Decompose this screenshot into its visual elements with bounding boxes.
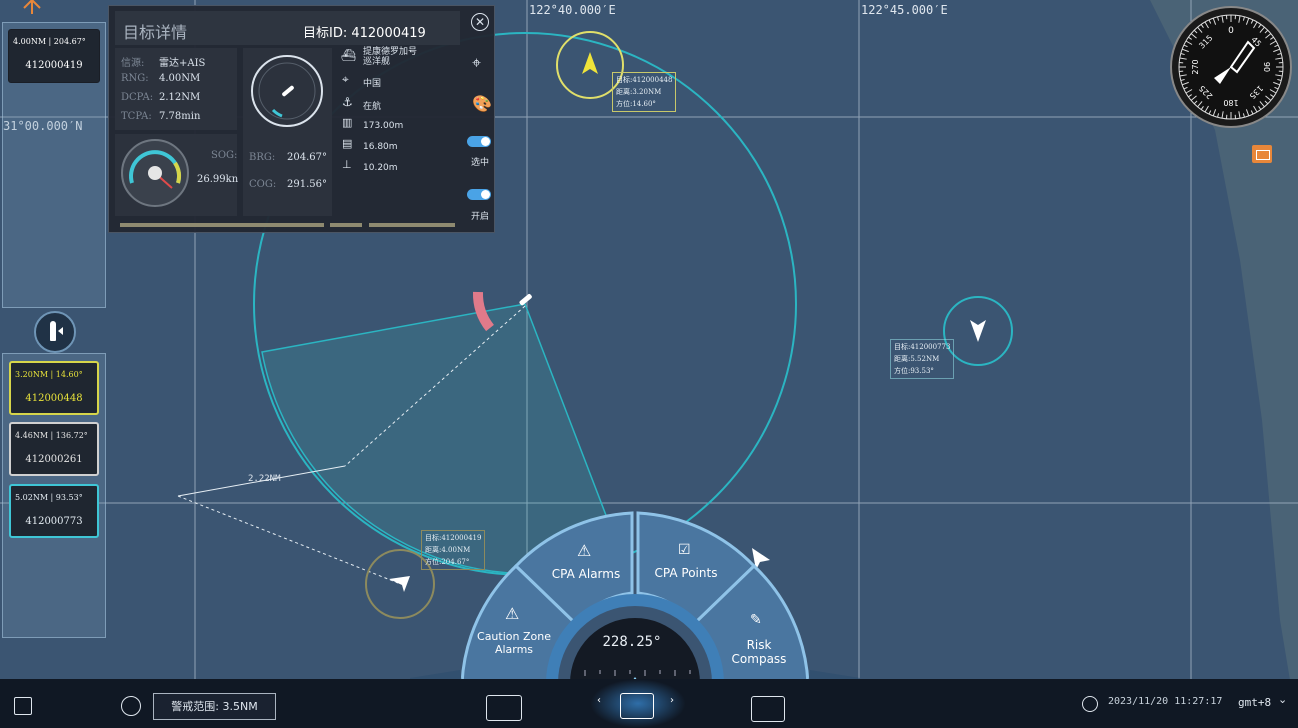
cpa-alarms-label: CPA Alarms <box>551 567 621 581</box>
card-range-bearing: 4.46NM | 136.72° <box>15 431 88 440</box>
target-card-412000448[interactable]: 3.20NM | 14.60° 412000448 <box>9 361 99 415</box>
nav-status: 在航 <box>363 102 382 112</box>
chevron-down-icon[interactable]: ⌄ <box>1278 693 1287 706</box>
card-range-bearing: 3.20NM | 14.60° <box>15 370 83 379</box>
target-label-448: 目标:412000448 距离:3.20NM 方位:14.60° <box>612 72 677 112</box>
target-card-412000773[interactable]: 5.02NM | 93.53° 412000773 <box>9 484 99 538</box>
swap-layout-icon[interactable] <box>620 693 654 719</box>
next-arrow-icon[interactable]: › <box>670 695 674 706</box>
calendar-icon[interactable] <box>14 697 32 715</box>
warning-icon: ⚠ <box>505 604 520 623</box>
detail-header: 目标详情 目标ID: 412000419 <box>115 11 460 45</box>
card-range-bearing: 4.00NM | 204.67° <box>13 37 86 46</box>
timezone-select[interactable]: gmt+8 <box>1238 696 1271 709</box>
rng-value: 4.00NM <box>159 73 201 84</box>
record-video-icon[interactable] <box>486 695 522 721</box>
target-card-412000261[interactable]: 4.46NM | 136.72° 412000261 <box>9 422 99 476</box>
playback-icon[interactable] <box>751 696 785 722</box>
close-icon[interactable]: ✕ <box>471 13 489 31</box>
source-key: 信源: <box>121 58 145 69</box>
brg-key: BRG: <box>249 152 276 163</box>
guard-range-field[interactable]: 警戒范围: 3.5NM <box>153 693 276 720</box>
rng-key: RNG: <box>121 73 149 84</box>
dcpa-key: DCPA: <box>121 92 154 103</box>
clock-icon <box>1082 696 1098 712</box>
alarm-icon: ⚠ <box>577 541 592 560</box>
prev-arrow-icon[interactable]: ‹ <box>597 695 601 706</box>
card-target-id: 412000773 <box>25 516 83 527</box>
collapse-button[interactable] <box>34 311 76 353</box>
card-target-id: 412000448 <box>25 393 83 404</box>
location-icon: ⌖ <box>342 72 349 86</box>
target-label-range: 距离:5.52NM <box>894 355 940 363</box>
risk-compass-label: Risk Compass <box>731 638 787 666</box>
chart-edit-icon: ☑ <box>678 542 691 558</box>
bottom-toolbar: 警戒范围: 3.5NM ‹ › 2023/11/20 11:27:17 gmt+… <box>0 679 1298 728</box>
cog-key: COG: <box>249 179 277 190</box>
target-label-bearing: 方位:14.60° <box>616 100 656 108</box>
cog-value: 291.56° <box>287 179 327 190</box>
length-icon: ▥ <box>342 116 353 129</box>
target-detail-panel: 目标详情 目标ID: 412000419 ✕ 信源: 雷达+AIS RNG: 4.0… <box>108 5 495 233</box>
palette-icon[interactable]: 🎨 <box>472 94 492 113</box>
beam-icon: ▤ <box>342 137 353 150</box>
longitude-label-2: 122°45.000′E <box>861 3 948 17</box>
country: 中国 <box>363 79 382 89</box>
target-label-773: 目标:412000773 距离:5.52NM 方位:93.53° <box>890 339 955 379</box>
card-target-id: 412000419 <box>25 60 83 71</box>
brg-value: 204.67° <box>287 152 327 163</box>
ship-icon: ⛴ <box>341 48 357 62</box>
compass-north-label: 0 <box>1228 26 1234 36</box>
selected-target-card[interactable]: 4.00NM | 204.67° 412000419 <box>8 29 100 83</box>
enable-toggle-label: 开启 <box>471 212 490 222</box>
target-label-range: 距离:3.20NM <box>616 88 662 96</box>
heading-dial <box>251 55 323 127</box>
ship-name: 提康德罗加号巡洋舰 <box>363 47 418 67</box>
cpa-points-label: CPA Points <box>654 566 718 580</box>
sog-value: 26.99kn <box>197 174 239 185</box>
compass-rose[interactable]: 0 4590135180225270315 <box>1170 6 1292 128</box>
detail-target-id: 目标ID: 412000419 <box>303 26 426 41</box>
select-toggle[interactable] <box>467 136 491 147</box>
left-sidebar-targets: 3.20NM | 14.60° 412000448 4.46NM | 136.7… <box>2 353 106 638</box>
detail-metrics-box: 信源: 雷达+AIS RNG: 4.00NM DCPA: 2.12NM TCPA: 7.… <box>115 48 237 130</box>
ship-draft: 10.20m <box>363 163 398 173</box>
target-label-bearing: 方位:93.53° <box>894 367 934 375</box>
caution-zone-label: Caution Zone Alarms <box>477 630 551 656</box>
enable-toggle[interactable] <box>467 189 491 200</box>
anchor-icon: ⚓ <box>342 95 353 109</box>
compass-degree-label: 180 <box>1223 98 1238 107</box>
heading-box: BRG: 204.67° COG: 291.56° <box>243 48 332 216</box>
toolbox-icon[interactable] <box>1252 145 1272 163</box>
globe-icon[interactable] <box>121 696 141 716</box>
speed-gauge <box>121 139 189 207</box>
crosshair-icon[interactable]: ⌖ <box>472 53 481 73</box>
target-label-id: 目标:412000773 <box>894 343 951 351</box>
ship-beam: 16.80m <box>363 142 398 152</box>
compass-edit-icon: ✎ <box>750 612 762 628</box>
longitude-label-1: 122°40.000′E <box>529 3 616 17</box>
dcpa-line-label: 2.22NM <box>248 474 281 484</box>
compass-degree-label: 270 <box>1191 59 1200 74</box>
heading-readout: 228.25° <box>602 634 662 650</box>
draft-icon: ⊥ <box>342 158 352 171</box>
source-value: 雷达+AIS <box>159 58 206 69</box>
speed-box: SOG: 26.99kn <box>115 134 239 216</box>
dcpa-value: 2.12NM <box>159 92 201 103</box>
datetime: 2023/11/20 11:27:17 <box>1108 696 1223 707</box>
target-label-id: 目标:412000448 <box>616 76 673 84</box>
card-range-bearing: 5.02NM | 93.53° <box>15 493 83 502</box>
select-toggle-label: 选中 <box>471 158 490 168</box>
compass-degree-label: 90 <box>1262 62 1271 72</box>
detail-title: 目标详情 <box>123 23 188 42</box>
tcpa-value: 7.78min <box>159 111 201 122</box>
left-sidebar-top: 4.00NM | 204.67° 412000419 <box>2 22 106 308</box>
ship-length: 173.00m <box>363 121 404 131</box>
ship-toggle-icon <box>50 321 56 341</box>
card-target-id: 412000261 <box>25 454 83 465</box>
tcpa-key: TCPA: <box>121 111 152 122</box>
